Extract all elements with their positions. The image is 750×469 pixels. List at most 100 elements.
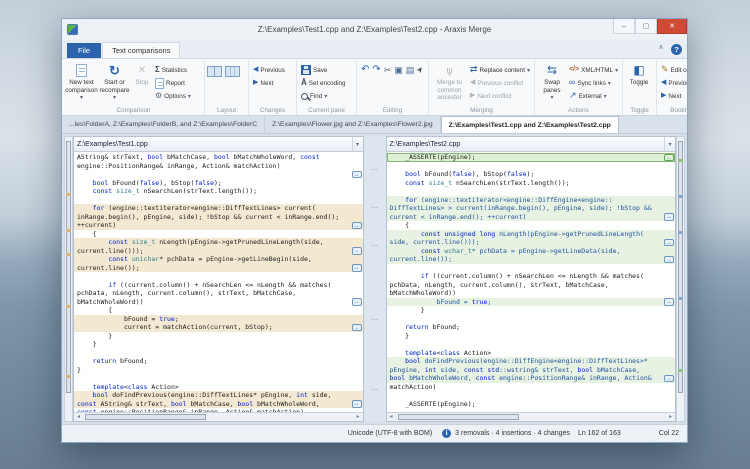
title-bar[interactable]: Z:\Examples\Test1.cpp and Z:\Examples\Te… <box>62 19 687 40</box>
copy-change-marker[interactable]: → <box>664 256 674 264</box>
code-line[interactable]: template<class Action> <box>387 349 676 358</box>
code-line[interactable]: AString& strText, bool bMatchCase, bool … <box>74 153 363 162</box>
code-line[interactable]: return bFound; <box>387 323 676 332</box>
cut-icon[interactable] <box>384 66 392 75</box>
left-pane-header[interactable]: Z:\Examples\Test1.cpp <box>74 137 363 152</box>
code-line[interactable]: bool bFound(false), bStop(false); <box>387 170 676 179</box>
copy-change-marker[interactable]: → <box>352 264 362 272</box>
code-line[interactable]: ++current)→ <box>74 221 363 230</box>
start-or-recompare-button[interactable]: Start or recompare <box>98 61 131 103</box>
report-button[interactable]: Report <box>153 77 193 89</box>
help-button[interactable] <box>671 44 682 55</box>
select-pointer-icon[interactable] <box>417 66 424 74</box>
right-horizontal-scrollbar[interactable] <box>387 412 676 421</box>
copy-change-marker[interactable]: → <box>664 239 674 247</box>
code-line[interactable]: bool bMatchWholeWord, const engine::Posi… <box>387 374 676 383</box>
set-encoding-button[interactable]: Set encoding <box>299 77 348 89</box>
code-line[interactable]: { <box>74 230 363 239</box>
left-vertical-scrollbar[interactable] <box>64 136 73 422</box>
code-line[interactable]: template<class Action> <box>74 383 363 392</box>
copy-change-marker[interactable]: → <box>352 247 362 255</box>
scrollbar-thumb[interactable] <box>398 414 519 420</box>
next-conflict-button[interactable]: Next conflict <box>468 90 532 102</box>
next-bookmark-button[interactable]: Next <box>659 90 687 102</box>
left-path-dropdown[interactable] <box>352 137 363 151</box>
undo-icon[interactable] <box>361 65 369 75</box>
change-link-icon[interactable] <box>364 166 386 174</box>
code-line[interactable]: bMatchWholeWord)) <box>387 289 676 298</box>
code-line[interactable]: bool doFindPrevious(engine::DiffEngine<e… <box>387 357 676 366</box>
save-button[interactable]: Save <box>299 64 348 76</box>
code-line[interactable] <box>74 349 363 358</box>
maximize-button[interactable] <box>635 19 657 34</box>
code-line[interactable]: bMatchWholeWord))→ <box>74 298 363 307</box>
toggle-button[interactable]: Toggle <box>625 61 653 87</box>
code-line[interactable] <box>387 162 676 171</box>
tab-text-comparison-active[interactable]: Z:\Examples\Test1.cpp and Z:\Examples\Te… <box>441 116 619 133</box>
right-pane-header[interactable]: Z:\Examples\Test2.cpp <box>387 137 676 152</box>
code-line[interactable]: for (engine::textiterator<engine::DiffEn… <box>387 196 676 205</box>
code-line[interactable] <box>387 340 676 349</box>
external-button[interactable]: External <box>567 90 620 102</box>
minimize-button[interactable] <box>613 19 635 34</box>
scrollbar-thumb[interactable] <box>678 141 683 393</box>
edit-comment-button[interactable]: Edit comment <box>659 64 687 76</box>
options-button[interactable]: Options <box>153 90 193 102</box>
scroll-left-icon[interactable] <box>387 413 396 421</box>
layout-three-panes-button[interactable] <box>225 66 240 77</box>
copy-change-marker[interactable]: → <box>352 400 362 408</box>
code-line[interactable]: const size_t nLength(pEngine->getPrunedL… <box>74 238 363 247</box>
code-line[interactable]: inRange.begin(), pEngine, side); !bStop … <box>74 213 363 222</box>
tab-image-comparison[interactable]: Z:\Examples\Flower.jpg and Z:\Examples\F… <box>265 116 441 133</box>
copy-change-marker[interactable]: → <box>664 375 674 383</box>
copy-change-marker[interactable]: → <box>352 298 362 306</box>
code-line[interactable]: current = matchAction(current, bStop);→ <box>74 323 363 332</box>
code-line[interactable]: pchData, nLength, current.column(), strT… <box>74 289 363 298</box>
right-path-dropdown[interactable] <box>664 137 675 151</box>
code-line[interactable]: { <box>387 221 676 230</box>
redo-icon[interactable] <box>372 65 380 75</box>
code-line[interactable]: const unichar* pchData = pEngine->getLin… <box>74 255 363 264</box>
change-link-icon[interactable] <box>364 242 386 250</box>
replace-content-button[interactable]: Replace content <box>468 64 532 76</box>
code-line[interactable]: matchAction) <box>387 383 676 392</box>
left-horizontal-scrollbar[interactable] <box>74 412 363 421</box>
code-line[interactable]: current.line()));→ <box>74 247 363 256</box>
copy-icon[interactable] <box>394 66 403 75</box>
copy-change-marker[interactable]: → <box>664 298 674 306</box>
code-line[interactable]: if ((current.column() + nSearchLen <= nL… <box>387 272 676 281</box>
sync-links-button[interactable]: Sync links <box>567 77 620 89</box>
code-line[interactable]: → <box>74 170 363 179</box>
code-line[interactable]: const wchar_t* pchData = pEngine->getLin… <box>387 247 676 256</box>
code-line[interactable]: side, current.line()));→ <box>387 238 676 247</box>
code-line[interactable]: bFound = true;→ <box>387 298 676 307</box>
code-line[interactable]: bFound = true; <box>74 315 363 324</box>
code-line[interactable]: return bFound; <box>74 357 363 366</box>
code-line[interactable]: current.line());→ <box>387 255 676 264</box>
previous-bookmark-button[interactable]: Previous <box>659 77 687 89</box>
collapse-ribbon-button[interactable] <box>655 44 667 55</box>
code-line[interactable]: } <box>387 332 676 341</box>
code-line[interactable]: bool doFindPrevious(engine::DiffTextLine… <box>74 391 363 400</box>
close-button[interactable] <box>657 19 687 34</box>
code-line[interactable]: engine::PositionRange& inRange, Action& … <box>74 162 363 171</box>
next-change-button[interactable]: Next <box>251 77 287 89</box>
scrollbar-thumb[interactable] <box>85 414 206 420</box>
code-line[interactable] <box>74 374 363 383</box>
statistics-button[interactable]: Statistics <box>153 64 193 76</box>
code-line[interactable] <box>387 187 676 196</box>
code-line[interactable]: _ASSERTE(pEngine); <box>387 400 676 409</box>
code-line[interactable]: if ((current.column() + nSearchLen <= nL… <box>74 281 363 290</box>
code-line[interactable]: pchData, nLength, current.column(), strT… <box>387 281 676 290</box>
layout-two-panes-button[interactable] <box>207 66 222 77</box>
merge-to-common-ancestor-button[interactable]: Merge to common ancestor <box>431 61 468 102</box>
change-link-icon[interactable] <box>364 204 386 212</box>
copy-change-marker[interactable]: → <box>352 222 362 230</box>
code-line[interactable]: current.line());→ <box>74 264 363 273</box>
swap-panes-button[interactable]: Swap panes <box>537 61 567 103</box>
code-line[interactable]: for (engine::textiterator<engine::DiffTe… <box>74 204 363 213</box>
scroll-right-icon[interactable] <box>354 413 363 421</box>
apply-insertion-marker[interactable]: ← <box>664 154 674 162</box>
copy-change-marker[interactable]: → <box>352 171 362 179</box>
scrollbar-thumb[interactable] <box>66 141 71 393</box>
